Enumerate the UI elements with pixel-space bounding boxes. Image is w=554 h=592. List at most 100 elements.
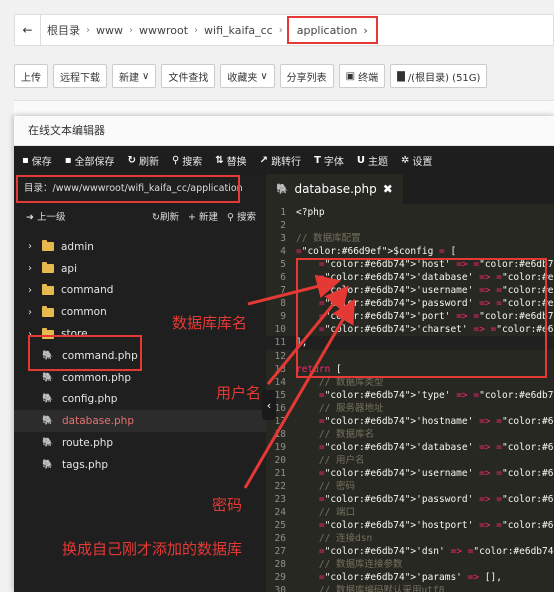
line-number: 29 [274, 572, 286, 584]
jump-icon: ↗ [259, 154, 269, 166]
chevron-down-icon: ∨ [142, 70, 150, 82]
chevron-right-icon: › [278, 24, 283, 36]
line-number: 12 [274, 350, 286, 362]
code-line[interactable]: 17 ="color:#e6db74">'hostname' => ="colo… [266, 415, 554, 428]
folder-icon [42, 305, 54, 317]
tree-file-route[interactable]: 🐘 route.php [14, 432, 266, 454]
breadcrumb-item-www[interactable]: www [90, 24, 129, 37]
tree-refresh-button[interactable]: ↻刷新 [152, 209, 179, 223]
line-number: 27 [274, 546, 286, 558]
line-text: // 服务器地址 [296, 402, 384, 414]
close-icon[interactable]: ✖ [383, 182, 393, 196]
upload-button[interactable]: 上传 [14, 64, 48, 88]
line-text: // 数据库编码默认采用utf8 [296, 585, 445, 592]
jump-line-button[interactable]: ↗ 跳转行 [260, 153, 301, 168]
terminal-button[interactable]: ▣ 终端 [338, 64, 386, 88]
line-text: // 数据库名 [296, 428, 375, 440]
code-line[interactable]: 25 ="color:#e6db74">'hostport' => ="colo… [266, 519, 554, 532]
folder-icon [42, 240, 54, 252]
breadcrumb-current[interactable]: application › [286, 16, 378, 44]
tree-folder-command[interactable]: › command [14, 280, 266, 302]
breadcrumb-item-root[interactable]: 根目录 [41, 22, 86, 38]
tree-folder-admin[interactable]: › admin [14, 236, 266, 258]
code-line[interactable]: 16 // 服务器地址 [266, 402, 554, 415]
chevron-down-icon: ∨ [260, 70, 268, 82]
code-line[interactable]: 21 ="color:#e6db74">'username' => ="colo… [266, 467, 554, 480]
terminal-icon: ▣ [345, 70, 356, 82]
line-number: 28 [274, 559, 286, 571]
font-button[interactable]: T 字体 [314, 153, 344, 168]
code-line[interactable]: 19 ="color:#e6db74">'database' => ="colo… [266, 441, 554, 454]
code-line[interactable]: 26 // 连接dsn [266, 532, 554, 545]
go-up-button[interactable]: ➜ 上一级 [26, 209, 66, 223]
line-number: 11 [274, 337, 286, 349]
code-line[interactable]: 20 // 用户名 [266, 454, 554, 467]
line-text: // 连接dsn [296, 533, 373, 545]
line-number: 25 [274, 520, 286, 532]
arrow-left-icon[interactable]: ← [15, 15, 41, 45]
line-text: ="color:#e6db74">'params' => [], [318, 572, 502, 584]
code-line[interactable]: 30 // 数据库编码默认采用utf8 [266, 584, 554, 592]
save-icon: ▪ [22, 154, 29, 166]
line-number: 1 [280, 207, 286, 218]
code-line[interactable]: 24 // 端口 [266, 506, 554, 519]
line-number: 24 [274, 507, 286, 519]
code-line[interactable]: 29 ="color:#e6db74">'params' => [], [266, 571, 554, 584]
chevron-right-icon: › [28, 284, 32, 296]
favorites-dropdown-button[interactable]: 收藏夹 ∨ [220, 64, 275, 88]
remote-download-button[interactable]: 远程下载 [53, 64, 107, 88]
code-line[interactable]: 22 // 密码 [266, 480, 554, 493]
line-number: 26 [274, 533, 286, 545]
tree-file-database[interactable]: 🐘 database.php [14, 410, 266, 433]
line-number: 3 [280, 233, 286, 245]
line-number: 18 [274, 428, 286, 440]
code-line[interactable]: 28 // 数据库连接参数 [266, 558, 554, 571]
line-text: <?php [296, 207, 325, 218]
search-icon: ⚲ [226, 212, 234, 223]
tree-folder-api[interactable]: › api [14, 258, 266, 280]
tree-new-button[interactable]: + 新建 [188, 209, 218, 223]
config-block-highlight [296, 258, 547, 378]
theme-button[interactable]: U 主题 [357, 153, 388, 168]
line-number: 23 [274, 494, 286, 506]
code-line[interactable]: 2 [266, 219, 554, 232]
disk-button[interactable]: ▇/(根目录) (51G) [390, 64, 488, 88]
file-search-button[interactable]: 文件查找 [161, 64, 216, 88]
save-button[interactable]: ▪ 保存 [22, 153, 52, 168]
theme-icon: U [356, 154, 366, 166]
search-button[interactable]: ⚲ 搜索 [172, 153, 202, 168]
code-line[interactable]: 18 // 数据库名 [266, 428, 554, 441]
line-number: 5 [280, 259, 286, 271]
breadcrumb-item-site[interactable]: wifi_kaifa_cc [198, 24, 279, 37]
line-number: 2 [280, 220, 286, 232]
line-text: ="color:#e6db74">'hostname' => ="color:#… [318, 415, 554, 427]
line-number: 6 [280, 272, 286, 284]
file-list-header [14, 100, 554, 116]
line-text: ="color:#e6db74">'database' => ="color:#… [318, 441, 554, 453]
refresh-button[interactable]: ↻ 刷新 [128, 153, 159, 168]
line-text: // 端口 [296, 507, 356, 519]
code-line[interactable]: 1 <?php [266, 206, 554, 219]
collapse-sidebar-icon[interactable]: ‹ [262, 390, 276, 420]
php-file-icon: 🐘 [276, 183, 289, 195]
tree-file-tags[interactable]: 🐘 tags.php [14, 454, 266, 476]
code-editor: 🐘 database.php ✖ 1 <?php 2 3 // 数据库配置 4 ="colo… [266, 174, 554, 592]
tab-database-php[interactable]: 🐘 database.php ✖ [266, 174, 403, 204]
font-icon: T [314, 154, 321, 166]
database-file-highlight [28, 335, 142, 371]
save-all-button[interactable]: ▪ 全部保存 [65, 153, 115, 168]
line-number: 9 [280, 311, 286, 323]
line-number: 21 [274, 467, 286, 479]
code-line[interactable]: 27 ="color:#e6db74">'dsn' => ="color:#e6… [266, 545, 554, 558]
line-number: 13 [274, 363, 286, 375]
code-line[interactable]: 3 // 数据库配置 [266, 232, 554, 245]
new-dropdown-button[interactable]: 新建 ∨ [112, 64, 157, 88]
share-list-button[interactable]: 分享列表 [279, 64, 334, 88]
settings-button[interactable]: ✲ 设置 [401, 153, 432, 168]
replace-button[interactable]: ⇅ 替换 [215, 153, 246, 168]
code-line[interactable]: 4 ="color:#66d9ef">$config = [ [266, 245, 554, 258]
code-line[interactable]: 15 ="color:#e6db74">'type' => ="color:#e… [266, 389, 554, 402]
tree-search-button[interactable]: ⚲ 搜索 [227, 209, 256, 223]
code-line[interactable]: 23 ="color:#e6db74">'password' => ="colo… [266, 493, 554, 506]
breadcrumb-item-wwwroot[interactable]: wwwroot [133, 24, 194, 37]
